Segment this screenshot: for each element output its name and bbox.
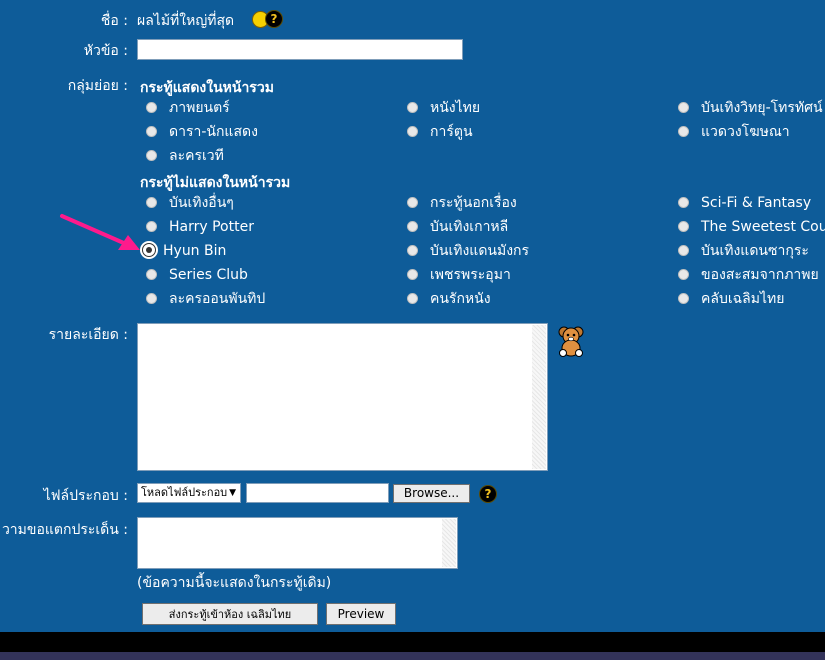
- topic-label: หัวข้อ :: [83, 43, 128, 59]
- subgroup-option-label: แวดวงโฆษณา: [701, 124, 790, 140]
- radio-button[interactable]: [407, 292, 418, 304]
- detail-textarea[interactable]: [137, 323, 548, 471]
- radio-button[interactable]: [678, 196, 689, 208]
- subgroup-option-label: การ์ตูน: [430, 124, 473, 140]
- subgroup-option-label: The Sweetest Cou: [701, 219, 825, 235]
- subgroup-option[interactable]: ภาพยนตร์: [146, 98, 230, 118]
- subgroup-option-label: บันเทิงแดนมังกร: [430, 243, 530, 259]
- subgroup-option-label: บันเทิงวิทยุ-โทรทัศน์: [701, 100, 823, 116]
- radio-button[interactable]: [146, 125, 157, 137]
- subgroup-option[interactable]: The Sweetest Cou: [678, 217, 825, 237]
- comment-note: (ข้อความนี้จะแสดงในกระทู้เดิม): [137, 575, 332, 591]
- subgroup-option[interactable]: Harry Potter: [146, 217, 254, 237]
- subgroup-option-label: Harry Potter: [169, 219, 254, 235]
- subgroup-option[interactable]: บันเทิงแดนมังกร: [407, 241, 529, 261]
- detail-label: รายละเอียด :: [48, 327, 128, 343]
- radio-button[interactable]: [678, 220, 689, 232]
- group-shown-title: กระทู้แสดงในหน้ารวม: [140, 80, 274, 96]
- help-icon[interactable]: ?: [265, 10, 283, 28]
- comment-textarea[interactable]: [137, 517, 458, 569]
- subgroup-option-label: ดารา-นักแสดง: [169, 124, 258, 140]
- radio-button[interactable]: [407, 220, 418, 232]
- attach-type-selected: โหลดไฟล์ประกอบ: [141, 486, 228, 499]
- radio-button[interactable]: [146, 149, 157, 161]
- subgroup-option-label: บันเทิงแดนซากุระ: [701, 243, 809, 259]
- bottom-bar-strip: [0, 652, 825, 660]
- subgroup-option[interactable]: ละครเวที: [146, 146, 224, 166]
- radio-button[interactable]: [407, 244, 418, 256]
- subgroup-option[interactable]: Sci-Fi & Fantasy: [678, 193, 811, 213]
- radio-button[interactable]: [146, 101, 157, 113]
- subgroup-option[interactable]: บันเทิงเกาหลี: [407, 217, 508, 237]
- radio-button[interactable]: [407, 125, 418, 137]
- subgroup-option[interactable]: ละครออนพันทิป: [146, 289, 265, 309]
- subgroup-option-label: ของสะสมจากภาพย: [701, 267, 819, 283]
- subgroup-option[interactable]: กระทู้นอกเรื่อง: [407, 193, 517, 213]
- subgroup-option[interactable]: Series Club: [146, 265, 248, 285]
- radio-button[interactable]: [407, 196, 418, 208]
- browse-button[interactable]: Browse...: [393, 484, 470, 503]
- subgroup-option[interactable]: ดารา-นักแสดง: [146, 122, 258, 142]
- comment-label: วามขอแตกประเด็น :: [1, 522, 128, 538]
- group-hidden-title: กระทู้ไม่แสดงในหน้ารวม: [140, 175, 291, 191]
- subgroup-option[interactable]: บันเทิงแดนซากุระ: [678, 241, 809, 261]
- radio-button[interactable]: [678, 244, 689, 256]
- comment-scrollbar[interactable]: [442, 519, 456, 567]
- subgroup-option-label: หนังไทย: [430, 100, 481, 116]
- help-icon[interactable]: ?: [479, 485, 497, 503]
- subgroup-option-label: ภาพยนตร์: [169, 100, 230, 116]
- radio-button[interactable]: [678, 101, 689, 113]
- radio-button[interactable]: [678, 125, 689, 137]
- subgroup-option-label: เพชรพระอุมา: [430, 267, 511, 283]
- subgroup-option-label: กระทู้นอกเรื่อง: [430, 195, 517, 211]
- subgroup-option-label: ละครเวที: [169, 148, 224, 164]
- attach-path-input[interactable]: [246, 483, 389, 503]
- submit-button[interactable]: ส่งกระทู้เข้าห้อง เฉลิมไทย: [142, 603, 318, 625]
- subgroup-option-label: ละครออนพันทิป: [169, 291, 266, 307]
- subgroup-option[interactable]: บันเทิงวิทยุ-โทรทัศน์: [678, 98, 823, 118]
- subgroup-option[interactable]: การ์ตูน: [407, 122, 473, 142]
- chevron-down-icon: ▼: [229, 488, 236, 498]
- subgroup-option-label: คนรักหนัง: [430, 291, 491, 307]
- detail-scrollbar[interactable]: [532, 325, 546, 469]
- subgroup-option[interactable]: ของสะสมจากภาพย: [678, 265, 819, 285]
- radio-button[interactable]: [407, 101, 418, 113]
- name-value: ผลไม้ที่ใหญ่ที่สุด: [137, 13, 235, 29]
- radio-button[interactable]: [678, 268, 689, 280]
- radio-button[interactable]: [146, 268, 157, 280]
- subgroup-option[interactable]: Hyun Bin: [142, 241, 226, 261]
- pink-arrow-annotation: [60, 214, 140, 250]
- subgroup-option-label: บันเทิงเกาหลี: [430, 219, 509, 235]
- subgroup-option[interactable]: คนรักหนัง: [407, 289, 491, 309]
- subgroup-option-label: Series Club: [169, 267, 248, 283]
- radio-button[interactable]: [146, 196, 157, 208]
- subgroup-option-label: คลับเฉลิมไทย: [701, 291, 785, 307]
- subgroup-option-label: Hyun Bin: [163, 243, 227, 259]
- attach-type-select[interactable]: โหลดไฟล์ประกอบ ▼: [137, 483, 241, 503]
- topic-input[interactable]: [137, 39, 463, 60]
- subgroup-option[interactable]: บันเทิงอื่นๆ: [146, 193, 234, 213]
- radio-button[interactable]: [407, 268, 418, 280]
- subgroup-label: กลุ่มย่อย :: [67, 78, 128, 94]
- subgroup-option[interactable]: คลับเฉลิมไทย: [678, 289, 784, 309]
- subgroup-option[interactable]: หนังไทย: [407, 98, 480, 118]
- subgroup-option-label: Sci-Fi & Fantasy: [701, 195, 812, 211]
- attach-label: ไฟล์ประกอบ :: [43, 488, 128, 504]
- subgroup-option[interactable]: เพชรพระอุมา: [407, 265, 511, 285]
- name-label: ชื่อ :: [100, 13, 128, 29]
- teddy-bear-icon: [558, 326, 584, 357]
- subgroup-option-label: บันเทิงอื่นๆ: [169, 195, 234, 211]
- radio-button[interactable]: [146, 292, 157, 304]
- preview-button[interactable]: Preview: [326, 603, 396, 625]
- subgroup-option[interactable]: แวดวงโฆษณา: [678, 122, 790, 142]
- radio-button[interactable]: [678, 292, 689, 304]
